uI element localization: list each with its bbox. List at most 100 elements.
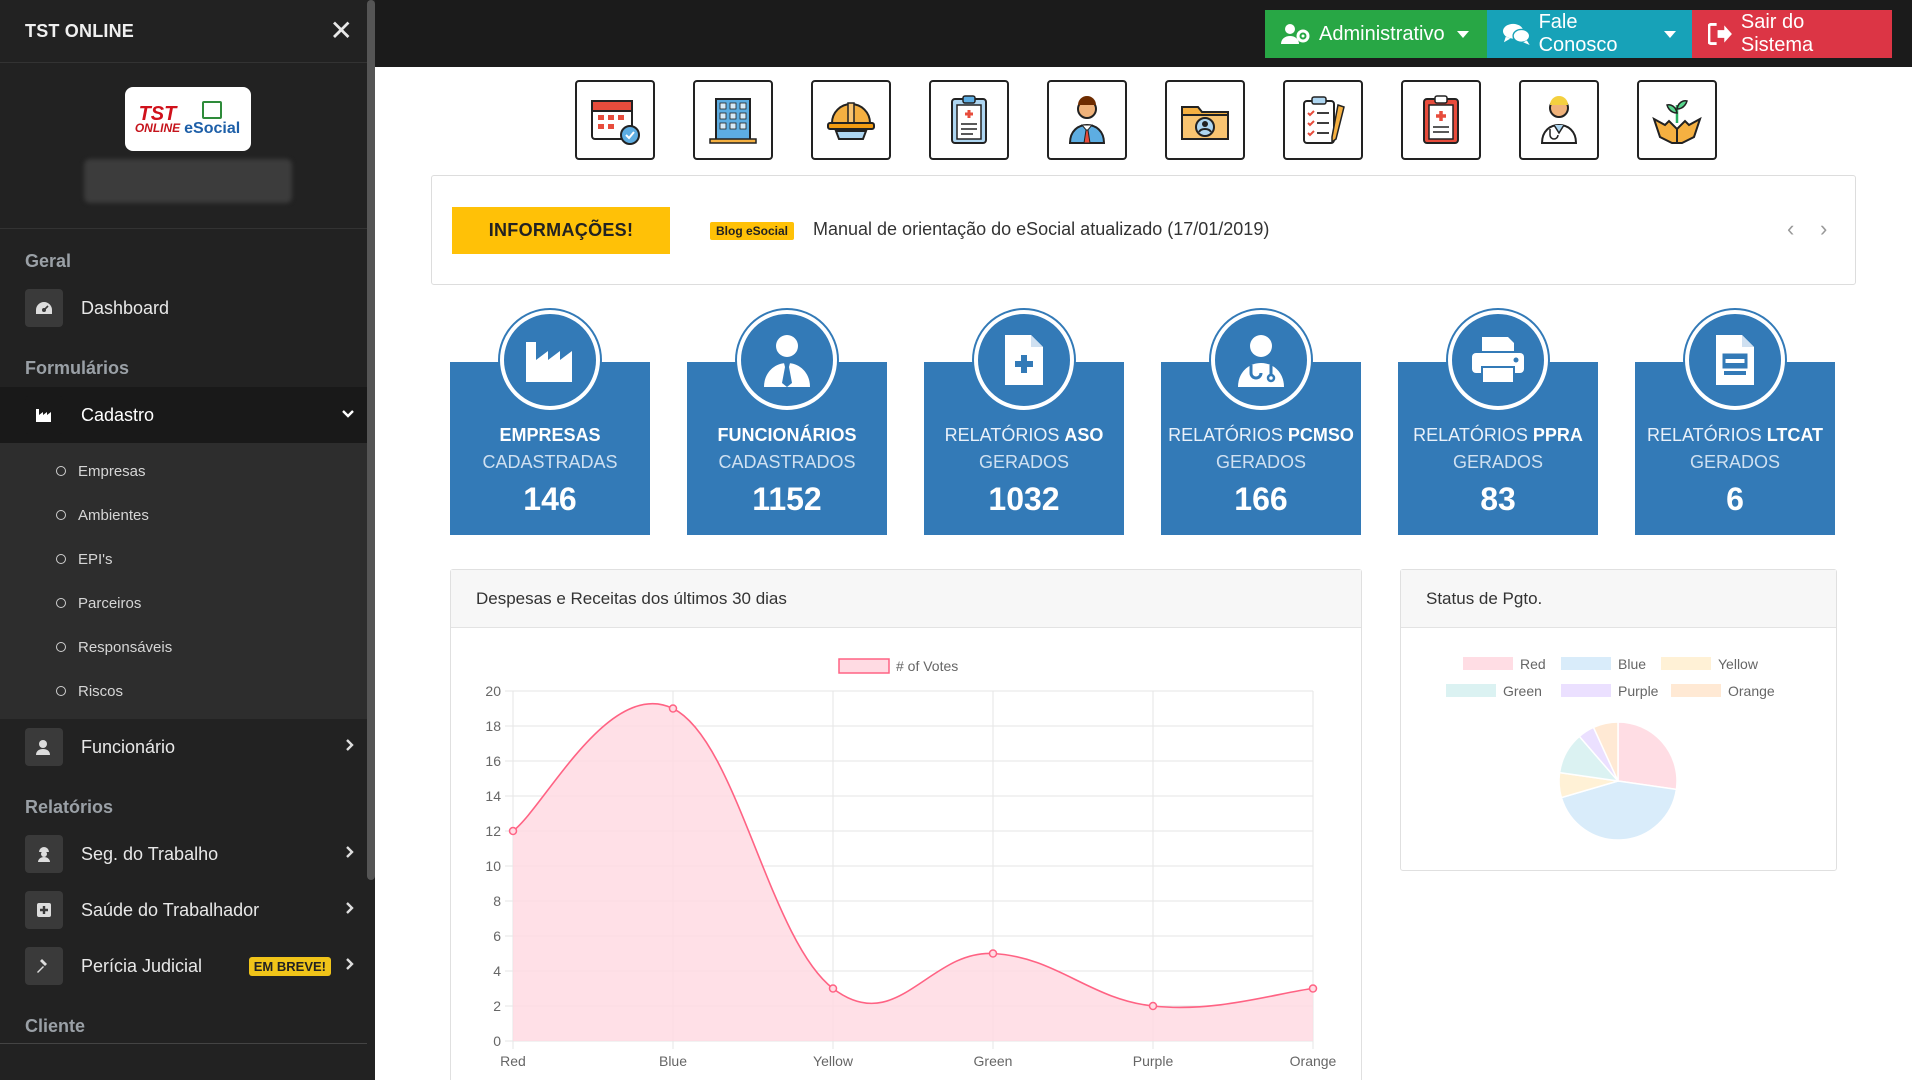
next-news-button[interactable]: › bbox=[1820, 216, 1827, 242]
section-relatorios: Relatórios bbox=[25, 797, 114, 817]
employee-icon[interactable] bbox=[1047, 80, 1127, 160]
factory-icon bbox=[25, 396, 63, 434]
printer-icon bbox=[1448, 310, 1548, 410]
y-tick-label: 10 bbox=[485, 858, 501, 874]
stat-title: RELATÓRIOS LTCAT bbox=[1646, 425, 1823, 445]
x-tick-label: Blue bbox=[659, 1053, 687, 1069]
stats-row: EMPRESAS CADASTRADAS 146 FUNCIONÁRIOS CADAST… bbox=[450, 310, 1835, 535]
legend-label: # of Votes bbox=[896, 658, 958, 674]
stat-title: EMPRESAS bbox=[499, 425, 601, 445]
y-tick-label: 12 bbox=[485, 823, 501, 839]
sidebar-item-pericia-judicial[interactable]: Perícia Judicial EM BREVE! bbox=[0, 938, 375, 994]
section-formularios: Formulários bbox=[25, 358, 130, 378]
stat-title: RELATÓRIOS PCMSO bbox=[1168, 425, 1354, 445]
medical-clipboard-icon[interactable] bbox=[1401, 80, 1481, 160]
plant-hands-icon[interactable] bbox=[1637, 80, 1717, 160]
sidebar-header: TST ONLINE ✕ bbox=[0, 0, 375, 63]
stat-card[interactable]: RELATÓRIOS LTCAT GERADOS 6 bbox=[1635, 310, 1835, 535]
x-tick-label: Purple bbox=[1133, 1053, 1174, 1069]
y-tick-label: 4 bbox=[493, 963, 501, 979]
stat-subtitle: GERADOS bbox=[978, 452, 1070, 472]
submenu-item-ambientes[interactable]: Ambientes bbox=[0, 493, 375, 537]
sidebar-item-label: Cadastro bbox=[81, 404, 155, 425]
stat-value: 166 bbox=[1234, 481, 1288, 517]
sidebar: TST ONLINE ✕ TST ONLINE eSocial Geral Das… bbox=[0, 0, 375, 1080]
doctor-icon[interactable] bbox=[1519, 80, 1599, 160]
x-tick-label: Green bbox=[974, 1053, 1013, 1069]
stat-value: 83 bbox=[1480, 481, 1516, 517]
submenu-item-epis[interactable]: EPI's bbox=[0, 537, 375, 581]
legend-swatch bbox=[1463, 657, 1513, 670]
submenu-item-empresas[interactable]: Empresas bbox=[0, 449, 375, 493]
stat-subtitle: GERADOS bbox=[1689, 452, 1781, 472]
stat-card[interactable]: RELATÓRIOS PCMSO GERADOS 166 bbox=[1161, 310, 1361, 535]
data-point bbox=[1148, 1001, 1158, 1011]
data-point bbox=[668, 704, 678, 713]
data-point bbox=[828, 984, 838, 993]
info-news-link[interactable]: Manual de orientação do eSocial atualiza… bbox=[813, 219, 1269, 240]
sidebar-scrollbar[interactable] bbox=[367, 0, 375, 880]
info-banner: INFORMAÇÕES! Blog eSocial Manual de orie… bbox=[431, 175, 1856, 285]
sidebar-item-saude-trabalhador[interactable]: Saúde do Trabalhador bbox=[0, 882, 375, 938]
stat-value: 6 bbox=[1726, 481, 1744, 517]
sidebar-item-seg-trabalho[interactable]: Seg. do Trabalho bbox=[0, 826, 375, 882]
building-icon[interactable] bbox=[693, 80, 773, 160]
profile-area: TST ONLINE eSocial bbox=[0, 63, 375, 229]
legend-swatch bbox=[1561, 657, 1611, 670]
x-tick-label: Orange bbox=[1290, 1053, 1337, 1069]
submenu-item-responsaveis[interactable]: Responsáveis bbox=[0, 625, 375, 669]
stat-card[interactable]: RELATÓRIOS ASO GERADOS 1032 bbox=[924, 310, 1124, 535]
sidebar-item-cadastro[interactable]: Cadastro bbox=[0, 387, 375, 443]
logout-label: Sair do Sistema bbox=[1740, 11, 1814, 56]
legend-label: Red bbox=[1520, 656, 1546, 672]
submenu-item-riscos[interactable]: Riscos bbox=[0, 669, 375, 713]
prev-news-button[interactable]: ‹ bbox=[1787, 216, 1794, 242]
calendar-check-icon[interactable] bbox=[575, 80, 655, 160]
legend-label: Purple bbox=[1618, 683, 1659, 699]
y-tick-label: 14 bbox=[485, 788, 501, 804]
topbar: Administrativo Fale Conosco Sair do Sist… bbox=[375, 0, 1912, 67]
stat-card[interactable]: FUNCIONÁRIOS CADASTRADOS 1152 bbox=[687, 310, 887, 535]
fale-conosco-dropdown-button[interactable]: Fale Conosco bbox=[1487, 10, 1692, 58]
blog-esocial-badge: Blog eSocial bbox=[710, 222, 795, 240]
y-tick-label: 8 bbox=[493, 893, 501, 909]
expenses-chart-panel: Despesas e Receitas dos últimos 30 dias … bbox=[450, 569, 1362, 1080]
submenu-item-parceiros[interactable]: Parceiros bbox=[0, 581, 375, 625]
sidebar-item-label: Perícia Judicial bbox=[81, 955, 203, 976]
data-point bbox=[1308, 984, 1318, 993]
app-title: TST ONLINE bbox=[25, 20, 134, 41]
administrativo-dropdown-button[interactable]: Administrativo bbox=[1265, 10, 1487, 58]
x-tick-label: Red bbox=[500, 1053, 526, 1069]
logo: TST ONLINE eSocial bbox=[124, 87, 251, 151]
logo-esocial: eSocial bbox=[184, 101, 240, 137]
close-icon[interactable]: ✕ bbox=[330, 17, 353, 45]
gavel-icon bbox=[25, 947, 63, 985]
legend-swatch bbox=[1446, 684, 1496, 697]
y-tick-label: 20 bbox=[485, 683, 501, 699]
hard-hat-icon[interactable] bbox=[811, 80, 891, 160]
logout-button[interactable]: Sair do Sistema bbox=[1692, 10, 1892, 58]
stat-subtitle: CADASTRADOS bbox=[718, 452, 856, 472]
section-cliente: Cliente bbox=[25, 1016, 86, 1036]
y-tick-label: 16 bbox=[485, 753, 501, 769]
stat-card[interactable]: EMPRESAS CADASTRADAS 146 bbox=[450, 310, 650, 535]
chevron-right-icon bbox=[345, 901, 355, 920]
logo-tst: TST ONLINE bbox=[134, 102, 181, 135]
quick-access-toolbar bbox=[575, 80, 1717, 160]
sidebar-item-funcionario[interactable]: Funcionário bbox=[0, 719, 375, 775]
checklist-icon[interactable] bbox=[1283, 80, 1363, 160]
legend-swatch bbox=[1671, 684, 1721, 697]
chevron-right-icon bbox=[345, 738, 355, 757]
caret-down-icon bbox=[1664, 30, 1676, 38]
stat-title: FUNCIONÁRIOS bbox=[717, 425, 857, 445]
folder-user-icon[interactable] bbox=[1165, 80, 1245, 160]
clipboard-report-icon[interactable] bbox=[929, 80, 1009, 160]
sidebar-item-dashboard[interactable]: Dashboard bbox=[0, 280, 375, 336]
stat-subtitle: GERADOS bbox=[1452, 452, 1544, 472]
stat-card[interactable]: RELATÓRIOS PPRA GERADOS 83 bbox=[1398, 310, 1598, 535]
legend-swatch bbox=[1661, 657, 1711, 670]
file-alt-icon bbox=[1685, 310, 1785, 410]
sidebar-item-label: Seg. do Trabalho bbox=[81, 843, 219, 864]
sidebar-item-label: Funcionário bbox=[81, 736, 176, 757]
hard-hat-user-icon bbox=[25, 835, 63, 873]
